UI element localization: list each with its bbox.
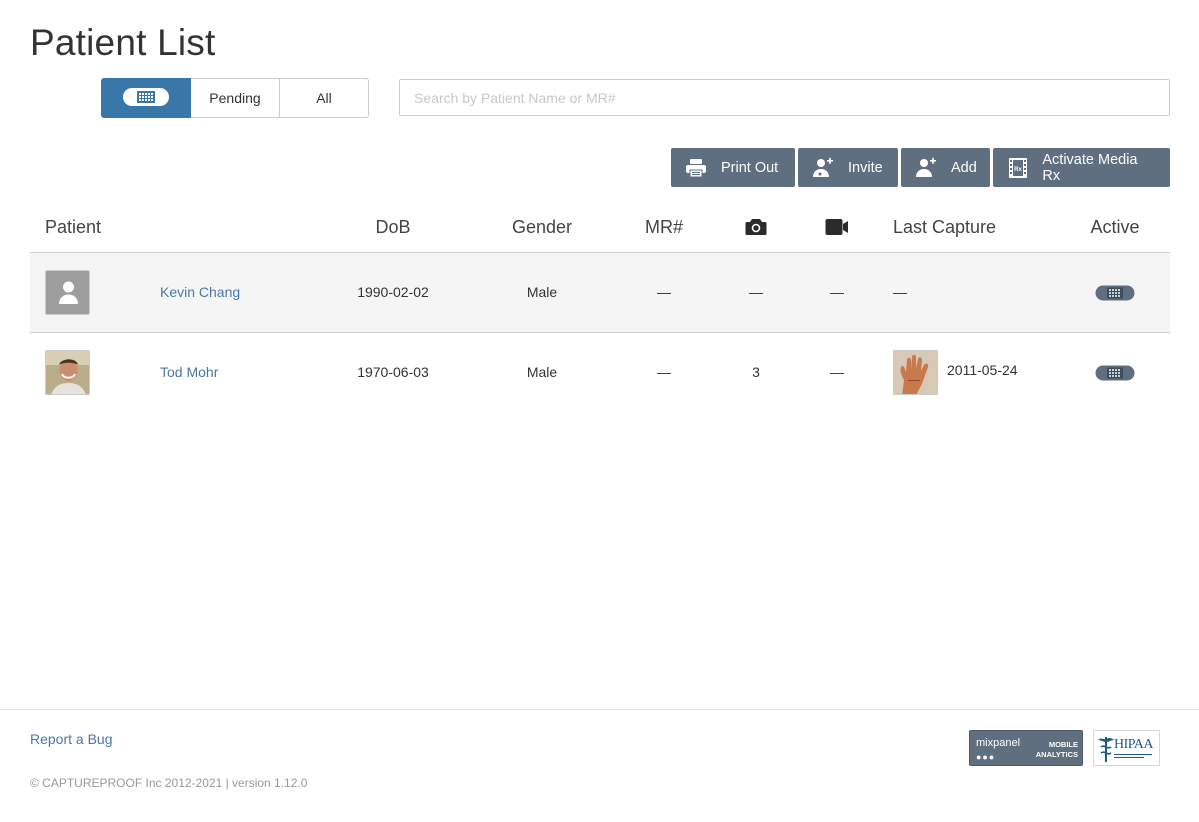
photos-count-cell: — bbox=[749, 284, 763, 300]
dob-cell: 1970-06-03 bbox=[357, 364, 429, 380]
activate-media-rx-button[interactable]: Rx Activate Media Rx bbox=[993, 148, 1170, 187]
header-last-capture[interactable]: Last Capture bbox=[893, 217, 996, 238]
table-row[interactable]: Tod Mohr 1970-06-03 Male — 3 — 2011-05-2… bbox=[30, 333, 1170, 413]
videos-count-cell: — bbox=[830, 284, 844, 300]
patient-table: Patient DoB Gender MR# Last Capture Acti… bbox=[30, 203, 1170, 413]
header-gender[interactable]: Gender bbox=[512, 217, 572, 238]
report-bug-link[interactable]: Report a Bug bbox=[30, 731, 113, 747]
toolbar: Print Out Invite Add Rx Activate Media R… bbox=[671, 148, 1170, 187]
patient-name-link[interactable]: Kevin Chang bbox=[160, 284, 240, 300]
filter-all-button[interactable]: All bbox=[280, 78, 369, 118]
caduceus-icon bbox=[1097, 735, 1115, 768]
last-capture-cell: — bbox=[893, 284, 907, 300]
mixpanel-dots-icon: ●●● bbox=[976, 752, 996, 762]
table-row[interactable]: Kevin Chang 1990-02-02 Male — — — — bbox=[30, 253, 1170, 333]
printer-icon bbox=[685, 157, 707, 179]
add-user-icon bbox=[915, 157, 937, 179]
last-capture-date: 2011-05-24 bbox=[947, 362, 1018, 378]
hipaa-label: HIPAA bbox=[1114, 737, 1154, 752]
hipaa-fine-print-icon bbox=[1114, 753, 1158, 760]
mr-cell: — bbox=[657, 284, 671, 300]
mixpanel-name: mixpanel bbox=[976, 737, 1021, 749]
mixpanel-badge[interactable]: mixpanel MOBILE ANALYTICS ●●● bbox=[969, 730, 1083, 766]
add-label: Add bbox=[951, 159, 977, 176]
footer-divider bbox=[0, 709, 1199, 710]
film-rx-icon: Rx bbox=[1007, 157, 1028, 179]
filter-active-button[interactable] bbox=[101, 78, 191, 118]
gender-cell: Male bbox=[526, 284, 558, 300]
invite-label: Invite bbox=[848, 159, 883, 176]
svg-text:Rx: Rx bbox=[1014, 167, 1022, 173]
header-dob[interactable]: DoB bbox=[375, 217, 410, 238]
active-toggle-icon[interactable] bbox=[1095, 285, 1135, 304]
copyright-text: © CAPTUREPROOF Inc 2012-2021 | version 1… bbox=[30, 776, 308, 790]
header-active[interactable]: Active bbox=[1090, 217, 1139, 238]
activate-media-rx-label: Activate Media Rx bbox=[1042, 151, 1138, 184]
photo-avatar bbox=[45, 350, 90, 395]
capture-thumbnail[interactable] bbox=[893, 350, 938, 395]
active-toggle-icon[interactable] bbox=[1095, 365, 1135, 384]
invite-button[interactable]: Invite bbox=[798, 148, 898, 187]
page-title: Patient List bbox=[30, 22, 216, 63]
header-patient[interactable]: Patient bbox=[45, 217, 101, 238]
header-mr[interactable]: MR# bbox=[645, 217, 683, 238]
hipaa-badge: HIPAA bbox=[1093, 730, 1160, 766]
photos-count-cell: 3 bbox=[752, 364, 760, 380]
table-header: Patient DoB Gender MR# Last Capture Acti… bbox=[30, 203, 1170, 253]
camera-icon[interactable] bbox=[745, 218, 767, 241]
patient-name-link[interactable]: Tod Mohr bbox=[160, 364, 218, 380]
search-input[interactable] bbox=[399, 79, 1170, 116]
print-out-label: Print Out bbox=[721, 159, 779, 176]
video-camera-icon[interactable] bbox=[825, 218, 849, 241]
gender-cell: Male bbox=[526, 364, 558, 380]
default-avatar bbox=[45, 270, 90, 315]
filter-pending-button[interactable]: Pending bbox=[191, 78, 280, 118]
mixpanel-subtitle: MOBILE ANALYTICS bbox=[1035, 740, 1078, 759]
invite-user-icon bbox=[812, 157, 834, 179]
dob-cell: 1990-02-02 bbox=[357, 284, 429, 300]
print-out-button[interactable]: Print Out bbox=[671, 148, 795, 187]
mr-cell: — bbox=[657, 364, 671, 380]
status-filter: Pending All bbox=[101, 78, 369, 118]
videos-count-cell: — bbox=[830, 364, 844, 380]
add-button[interactable]: Add bbox=[901, 148, 990, 187]
toggle-on-icon bbox=[122, 87, 170, 110]
